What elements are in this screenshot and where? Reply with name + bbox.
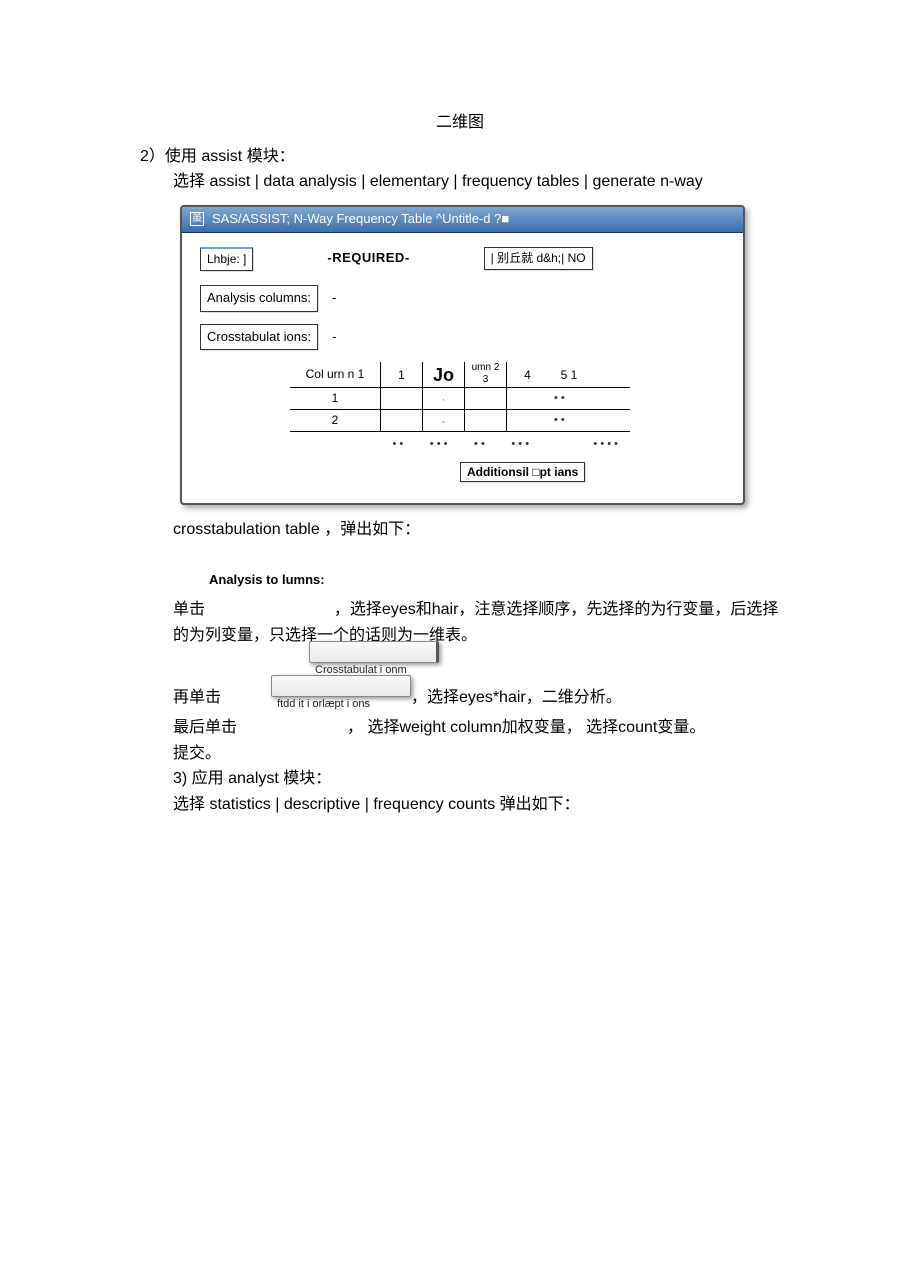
submit-line: 提交。 (173, 741, 835, 767)
para2-a: 再单击 (173, 685, 221, 711)
sas-assist-window: 虽 SAS/ASSIST; N-Way Frequency Table ^Unt… (180, 205, 745, 505)
step3-selection-path: 选择 statistics | descriptive | frequency … (173, 792, 835, 818)
grid-col-label: Col urn n 1 (290, 365, 380, 384)
step2-selection-path: 选择 assist | data analysis | elementary |… (173, 169, 835, 195)
window-titlebar: 虽 SAS/ASSIST; N-Way Frequency Table ^Unt… (182, 207, 743, 233)
grid-row2-label: 2 (290, 411, 380, 430)
instruction-para1: 单击 ，选择eyes和hair，注意选择顺序，先选择的为行变量，后选择 (173, 597, 835, 623)
para2-b: ，选择eyes*hair，二维分析。 (411, 685, 622, 711)
crosstabulations-inline-button[interactable] (271, 675, 411, 697)
titlebar-icon: 虽 (190, 212, 204, 226)
grid-dots: • • • (500, 436, 541, 454)
grid-cell[interactable] (506, 410, 548, 431)
crosstab-button-block: Crosstabulat i onm (309, 641, 439, 677)
analysis-to-lumns-label: Analysis to lumns: (209, 570, 835, 591)
grid-row2-trail: • • (548, 412, 578, 430)
grid-head-23: umn 2 3 (464, 362, 506, 387)
grid-cell[interactable]: - (422, 410, 464, 431)
grid-dots (541, 436, 582, 454)
grid-cell[interactable] (464, 388, 506, 409)
grid-head-51: 5 1 (548, 362, 590, 387)
grid-dots: • • (459, 436, 500, 454)
analysis-columns-value: - (332, 288, 336, 309)
addopt-button-caption: ftdd it i orlæpt i ons (271, 697, 411, 711)
grid-dots: • • (377, 436, 418, 454)
crosstabulations-button[interactable]: Crosstabulat ions: (200, 324, 318, 351)
para1-b: ，选择eyes和hair，注意选择顺序，先选择的为行变量，后选择 (334, 601, 778, 618)
grid-cell[interactable] (380, 410, 422, 431)
crosstab-grid: Col urn n 1 1 Jo umn 2 3 4 5 1 1 · • • 2… (290, 362, 630, 454)
para3-b: ， 选择weight column加权变量， 选择count变量。 (347, 715, 705, 741)
grid-head-1: 1 (380, 362, 422, 387)
page-title: 二维图 (85, 110, 835, 136)
window-body: Lhbje: ] -REQUIRED- | 别丘就 d&h;| NO Analy… (182, 233, 743, 503)
grid-dots: • • • • (581, 436, 630, 454)
required-label: -REQUIRED- (327, 248, 409, 269)
grid-cell[interactable] (506, 388, 548, 409)
crosstabulations-value: - (332, 327, 336, 348)
grid-dots: • • • (418, 436, 459, 454)
lhbje-chip[interactable]: Lhbje: ] (200, 247, 253, 271)
grid-head-4: 4 (506, 362, 548, 387)
additional-options-button[interactable]: Additionsil □pt ians (460, 462, 585, 482)
analysis-columns-inline-button[interactable] (309, 641, 439, 663)
analysis-columns-button[interactable]: Analysis columns: (200, 285, 318, 312)
grid-row1-trail: • • (548, 390, 578, 408)
crosstab-popup-text: crosstabulation table ，弹出如下： (173, 517, 835, 543)
grid-row1-label: 1 (290, 389, 380, 408)
step2-heading: 2）使用 assist 模块： (140, 144, 835, 170)
para1-a: 单击 (173, 601, 205, 618)
grid-cell[interactable] (464, 410, 506, 431)
grid-head-j: Jo (422, 362, 464, 387)
right-chip[interactable]: | 别丘就 d&h;| NO (484, 247, 593, 270)
window-title: SAS/ASSIST; N-Way Frequency Table ^Untit… (212, 209, 509, 230)
grid-cell[interactable] (380, 388, 422, 409)
para3-a: 最后单击 (173, 715, 237, 741)
grid-cell[interactable]: · (422, 388, 464, 409)
step3-heading: 3) 应用 analyst 模块： (173, 766, 835, 792)
